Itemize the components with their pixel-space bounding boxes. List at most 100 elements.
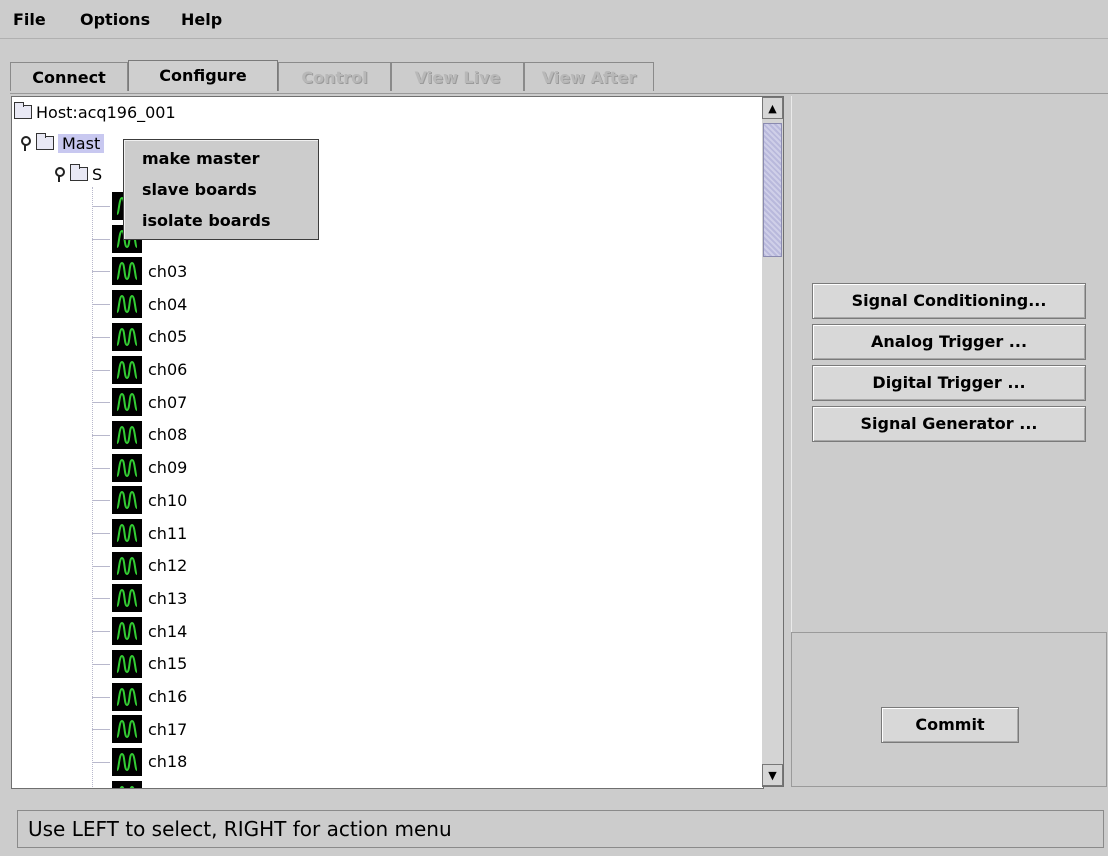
commit-button[interactable]: Commit	[881, 707, 1019, 743]
tree-guide-line	[92, 402, 110, 404]
channel-label: ch08	[148, 425, 188, 445]
tab-view-live: View Live	[391, 62, 524, 91]
tab-configure[interactable]: Configure	[128, 60, 278, 91]
tree-node-channel[interactable]: ch18	[112, 747, 187, 777]
tab-control: Control	[278, 62, 391, 91]
tree-guide-line	[92, 533, 110, 534]
waveform-icon	[112, 486, 142, 515]
tree-node-channel[interactable]: ch15	[112, 649, 187, 679]
waveform-icon	[112, 290, 142, 319]
tree-node-channel[interactable]: ch13	[112, 583, 187, 613]
waveform-icon	[112, 780, 142, 788]
tree-node-master[interactable]: Mast	[20, 128, 105, 158]
tree-node-channel[interactable]: ch03	[112, 256, 187, 286]
waveform-icon	[112, 649, 142, 678]
tab-divider	[10, 93, 1108, 94]
tree-node-channel[interactable]: ch06	[112, 355, 187, 385]
commit-panel: Commit	[791, 632, 1107, 787]
menu-item-make-master[interactable]: make master	[142, 149, 259, 168]
status-bar: Use LEFT to select, RIGHT for action men…	[17, 810, 1104, 848]
tree-guide-line	[92, 238, 110, 240]
waveform-icon	[112, 257, 142, 286]
channel-label: ch06	[148, 360, 188, 379]
tree-handle-icon[interactable]	[54, 167, 65, 182]
tree-node-channel[interactable]: ch14	[112, 616, 187, 646]
analog-trigger-button[interactable]: Analog Trigger ...	[812, 324, 1086, 360]
channel-label: ch04	[148, 294, 188, 314]
tree-guide-line	[92, 729, 110, 731]
context-menu: make master slave boards isolate boards	[123, 139, 319, 240]
tree-scrollbar[interactable]: ▲ ▼	[762, 96, 784, 787]
digital-trigger-button[interactable]: Digital Trigger ...	[812, 365, 1086, 401]
tree-guide-line	[92, 434, 110, 436]
channel-label: ch10	[148, 490, 188, 510]
tab-connect[interactable]: Connect	[10, 62, 128, 91]
folder-icon	[70, 164, 88, 181]
waveform-icon	[112, 420, 142, 449]
tree-node-channel[interactable]: ch16	[112, 682, 187, 712]
tree-node-channel[interactable]: ch09	[112, 453, 187, 483]
channel-label: ch09	[148, 458, 188, 478]
tree-node-label: Host:acq196_001	[36, 102, 176, 122]
tree-guide-line	[92, 565, 110, 567]
channel-label: ch18	[148, 752, 188, 772]
waveform-icon	[112, 355, 142, 384]
waveform-icon	[112, 715, 142, 744]
tree-node-channel[interactable]: ch04	[112, 289, 187, 319]
scroll-down-icon[interactable]: ▼	[762, 764, 783, 786]
waveform-icon	[112, 551, 142, 580]
tree-node-channel[interactable]: ch17	[112, 714, 187, 744]
menu-bar: File Options Help	[0, 0, 1108, 39]
channel-label: ch15	[148, 654, 188, 674]
tree-guide-line	[92, 369, 110, 371]
tree-node-label: S	[92, 164, 103, 184]
tree-node-slave[interactable]: S	[54, 159, 102, 189]
channel-label: ch03	[148, 261, 188, 281]
channel-label: ch12	[148, 556, 188, 576]
tree-guide-line	[92, 206, 110, 207]
menu-help[interactable]: Help	[181, 10, 222, 29]
folder-icon	[36, 133, 54, 150]
waveform-icon	[112, 519, 142, 547]
waveform-icon	[112, 453, 142, 482]
waveform-icon	[112, 322, 142, 351]
tree-node-channel[interactable]: ch12	[112, 551, 187, 581]
tree-guide-line	[92, 271, 110, 273]
tree-guide-line	[92, 631, 110, 633]
tree-guide-line	[92, 696, 110, 698]
channel-label: ch07	[148, 392, 188, 412]
waveform-icon	[112, 747, 142, 776]
tree-node-channel[interactable]	[112, 780, 148, 788]
menu-file[interactable]: File	[13, 10, 46, 29]
channel-label: ch11	[148, 523, 188, 543]
channel-label: ch13	[148, 588, 188, 608]
signal-conditioning-button[interactable]: Signal Conditioning...	[812, 283, 1086, 319]
scroll-up-icon[interactable]: ▲	[762, 97, 783, 119]
tree-guide-line	[92, 598, 110, 600]
tree-node-host[interactable]: Host:acq196_001	[14, 97, 176, 127]
tab-view-after: View After	[524, 62, 654, 91]
tree-handle-icon[interactable]	[20, 136, 31, 151]
channel-label: ch17	[148, 719, 188, 739]
tree-guide-line	[92, 467, 110, 469]
scroll-thumb[interactable]	[763, 123, 782, 257]
signal-generator-button[interactable]: Signal Generator ...	[812, 406, 1086, 442]
channel-label: ch05	[148, 327, 188, 347]
tree-node-channel[interactable]: ch08	[112, 420, 187, 450]
menu-options[interactable]: Options	[80, 10, 150, 29]
tree-guide-line	[92, 304, 110, 306]
menu-item-slave-boards[interactable]: slave boards	[142, 180, 257, 199]
tree-node-channel[interactable]: ch07	[112, 387, 187, 417]
waveform-icon	[112, 584, 142, 613]
tree-guide-line	[92, 500, 110, 502]
tree-node-channel[interactable]: ch05	[112, 322, 187, 352]
folder-icon	[14, 102, 32, 119]
tree-node-channel[interactable]: ch10	[112, 485, 187, 515]
tree-guide-line	[92, 663, 110, 665]
waveform-icon	[112, 617, 142, 646]
channel-label: ch16	[148, 687, 188, 706]
menu-item-isolate-boards[interactable]: isolate boards	[142, 211, 270, 230]
tree-node-label: Mast	[58, 133, 105, 153]
tree-node-channel[interactable]: ch11	[112, 518, 187, 548]
tree-guide-line	[92, 336, 110, 338]
